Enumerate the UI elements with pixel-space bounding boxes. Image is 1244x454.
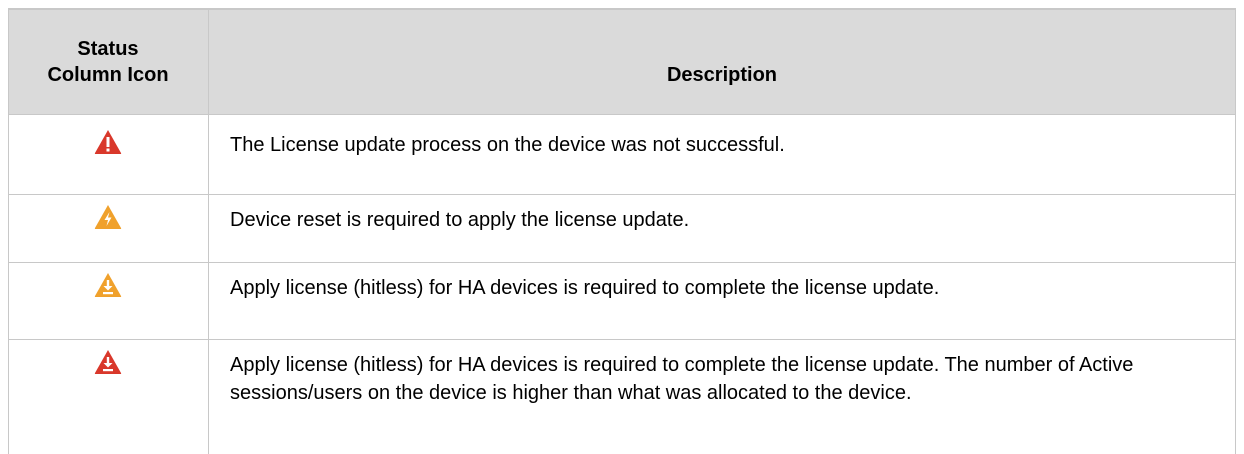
table-border-left — [8, 8, 9, 454]
header-status-column-icon: Status Column Icon — [8, 8, 208, 115]
orange-lightning-warning-icon — [94, 205, 122, 229]
table-header-row: Status Column Icon Description — [8, 8, 1236, 115]
row-divider — [8, 114, 1236, 115]
red-download-warning-icon — [94, 350, 122, 374]
column-divider — [208, 8, 209, 454]
orange-download-warning-icon — [94, 273, 122, 297]
status-icon-cell — [8, 129, 208, 155]
table-border-top — [8, 8, 1236, 10]
row-description: Device reset is required to apply the li… — [230, 209, 690, 231]
red-exclamation-warning-icon — [94, 130, 122, 154]
row-description: Apply license (hitless) for HA devices i… — [230, 354, 1134, 404]
header-description-label: Description — [666, 64, 778, 86]
table-row: The License update process on the device… — [8, 115, 1236, 194]
row-divider — [8, 194, 1236, 195]
table-row: Device reset is required to apply the li… — [8, 194, 1236, 262]
header-description: Description — [208, 8, 1236, 115]
table-row: Apply license (hitless) for HA devices i… — [8, 262, 1236, 339]
status-icon-cell — [8, 349, 208, 375]
row-description: The License update process on the device… — [230, 134, 785, 156]
header-status-label: Status Column Icon — [47, 37, 169, 86]
table-border-right — [1235, 8, 1236, 454]
row-divider — [8, 262, 1236, 263]
table-row: Apply license (hitless) for HA devices i… — [8, 339, 1236, 454]
status-icon-cell — [8, 272, 208, 298]
row-description: Apply license (hitless) for HA devices i… — [230, 277, 940, 299]
status-icon-cell — [8, 204, 208, 230]
row-divider — [8, 339, 1236, 340]
status-icon-table: Status Column Icon Description The Licen… — [8, 8, 1236, 454]
